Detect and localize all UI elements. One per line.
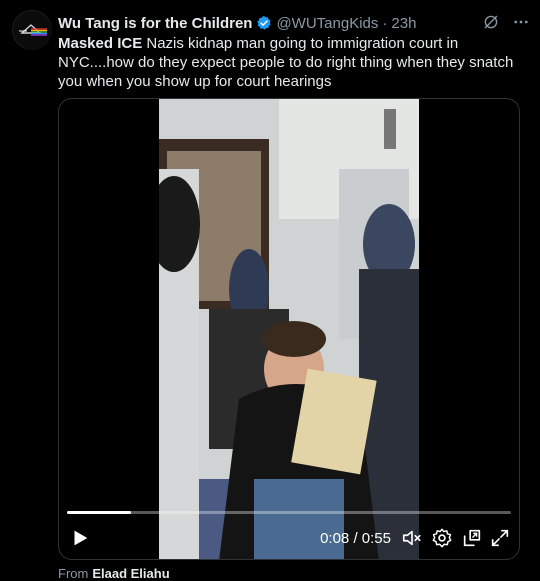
- header-actions: [482, 13, 530, 31]
- fullscreen-icon[interactable]: [489, 527, 511, 549]
- from-name[interactable]: Elaad Eliahu: [92, 566, 169, 581]
- from-prefix: From: [58, 566, 89, 581]
- time-readout: 0:08 / 0:55: [320, 530, 391, 547]
- tweet-header: Wu Tang is for the Children @WUTangKids …: [58, 13, 530, 33]
- timestamp[interactable]: 23h: [391, 15, 416, 32]
- mute-icon[interactable]: [401, 527, 423, 549]
- more-icon[interactable]: [512, 13, 530, 31]
- current-time: 0:08: [320, 530, 350, 547]
- verified-badge-icon: [257, 16, 272, 30]
- separator-dot: ·: [382, 14, 388, 32]
- play-icon[interactable]: [69, 527, 91, 549]
- tweet-text-bold: Masked ICE: [58, 35, 143, 52]
- avatar[interactable]: [12, 10, 52, 50]
- avatar-logo-icon: [14, 12, 52, 50]
- grok-icon[interactable]: [482, 13, 500, 31]
- progress-bar[interactable]: [67, 511, 511, 514]
- video-player[interactable]: 0:08 / 0:55: [58, 98, 520, 560]
- handle[interactable]: @WUTangKids: [276, 15, 378, 32]
- tweet-text: Masked ICE Nazis kidnap man going to imm…: [58, 34, 524, 91]
- from-attribution: From Elaad Eliahu: [58, 566, 170, 581]
- video-frame[interactable]: [159, 99, 419, 560]
- progress-fill: [67, 511, 132, 514]
- settings-icon[interactable]: [431, 527, 453, 549]
- video-controls: 0:08 / 0:55: [59, 499, 519, 559]
- popout-icon[interactable]: [461, 527, 483, 549]
- display-name[interactable]: Wu Tang is for the Children: [58, 15, 252, 32]
- time-separator: /: [349, 530, 362, 547]
- duration: 0:55: [361, 530, 391, 547]
